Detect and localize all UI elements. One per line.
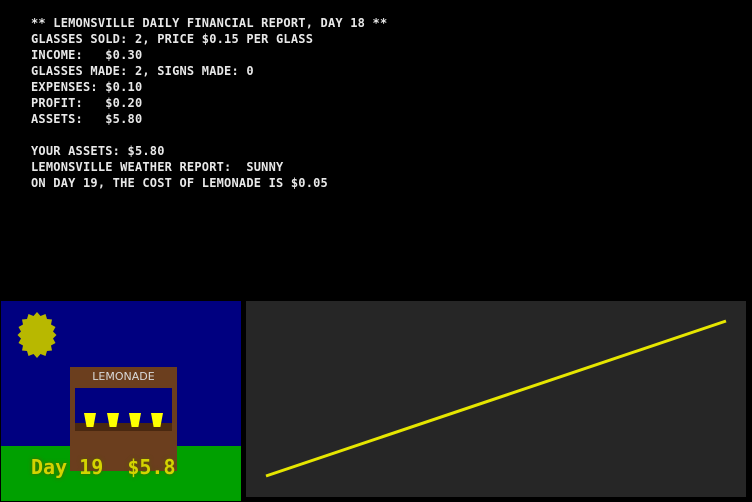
status-spacer xyxy=(103,455,127,479)
day-label: Day 19 xyxy=(31,455,104,479)
stand-sign: LEMONADE xyxy=(92,370,155,383)
income-line: INCOME: $0.30 xyxy=(31,48,143,62)
assets-trend-line xyxy=(265,319,727,478)
glasses-made-line: GLASSES MADE: 2, SIGNS MADE: 0 xyxy=(31,64,254,78)
report-spacer xyxy=(31,127,387,143)
weather-report-line: LEMONSVILLE WEATHER REPORT: SUNNY xyxy=(31,160,284,174)
report-header: ** LEMONSVILLE DAILY FINANCIAL REPORT, D… xyxy=(31,16,388,30)
assets-graph-canvas xyxy=(265,319,727,478)
your-assets-line: YOUR ASSETS: $5.80 xyxy=(31,144,165,158)
lemonade-cost-line: ON DAY 19, THE COST OF LEMONADE IS $0.05 xyxy=(31,176,328,190)
financial-report: ** LEMONSVILLE DAILY FINANCIAL REPORT, D… xyxy=(31,15,387,191)
profit-line: PROFIT: $0.20 xyxy=(31,96,143,110)
glasses-sold-line: GLASSES SOLD: 2, PRICE $0.15 PER GLASS xyxy=(31,32,314,46)
status-overlay: Day 19 $5.8 xyxy=(31,455,176,479)
lemonade-stand-scene: LEMONADE Day 19 $5.8 xyxy=(1,301,241,501)
assets-graph xyxy=(246,301,746,497)
sun-shape xyxy=(17,312,57,358)
sun-icon xyxy=(17,312,57,358)
money-label: $5.8 xyxy=(127,455,176,479)
assets-line: ASSETS: $5.80 xyxy=(31,112,143,126)
expenses-line: EXPENSES: $0.10 xyxy=(31,80,143,94)
